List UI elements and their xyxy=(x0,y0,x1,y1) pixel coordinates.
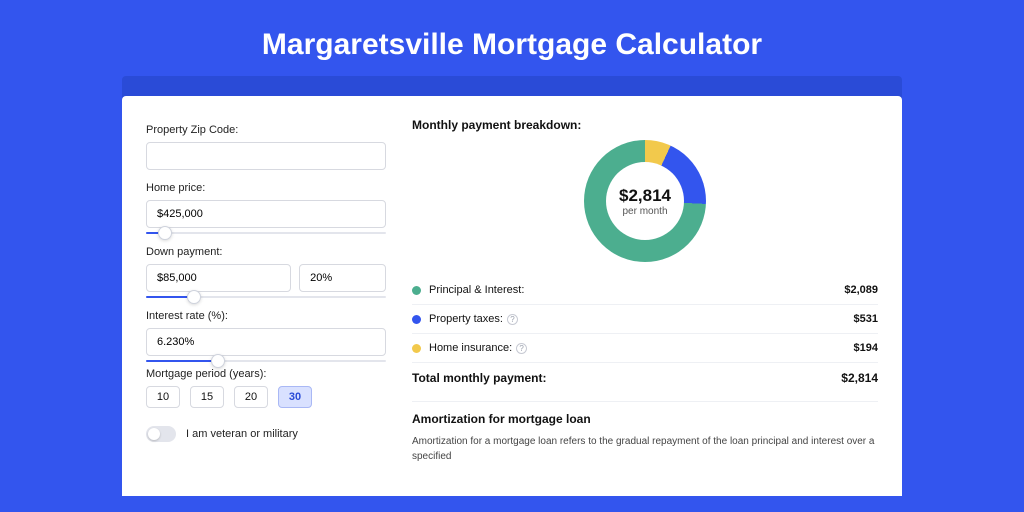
period-label: Mortgage period (years): xyxy=(146,368,386,380)
help-icon[interactable]: ? xyxy=(516,343,527,354)
total-row: Total monthly payment: $2,814 xyxy=(412,362,878,395)
legend-value: $2,089 xyxy=(844,284,878,296)
page-title: Margaretsville Mortgage Calculator xyxy=(0,0,1024,76)
breakdown-title: Monthly payment breakdown: xyxy=(412,118,878,132)
home-price-input[interactable] xyxy=(146,200,386,228)
legend-value: $194 xyxy=(854,342,878,354)
down-payment-pct-input[interactable] xyxy=(299,264,386,292)
calculator-card: Property Zip Code: Home price: Down paym… xyxy=(122,96,902,496)
interest-label: Interest rate (%): xyxy=(146,310,386,322)
legend-row-2: Home insurance:?$194 xyxy=(412,334,878,362)
help-icon[interactable]: ? xyxy=(507,314,518,325)
section-divider xyxy=(412,401,878,402)
period-option-15[interactable]: 15 xyxy=(190,386,224,408)
down-payment-label: Down payment: xyxy=(146,246,386,258)
donut-value: $2,814 xyxy=(619,186,671,206)
down-payment-amount-input[interactable] xyxy=(146,264,291,292)
period-option-30[interactable]: 30 xyxy=(278,386,312,408)
legend-value: $531 xyxy=(854,313,878,325)
form-column: Property Zip Code: Home price: Down paym… xyxy=(146,118,386,496)
zip-label: Property Zip Code: xyxy=(146,124,386,136)
legend-label: Principal & Interest: xyxy=(429,284,844,296)
legend-dot-icon xyxy=(412,344,421,353)
amortization-text: Amortization for a mortgage loan refers … xyxy=(412,434,878,464)
legend-dot-icon xyxy=(412,286,421,295)
interest-input[interactable] xyxy=(146,328,386,356)
zip-input[interactable] xyxy=(146,142,386,170)
legend-label: Home insurance:? xyxy=(429,342,854,354)
interest-slider-fill xyxy=(146,360,218,362)
legend: Principal & Interest:$2,089Property taxe… xyxy=(412,276,878,362)
down-payment-slider[interactable] xyxy=(146,296,386,298)
breakdown-column: Monthly payment breakdown: $2,814 per mo… xyxy=(412,118,878,496)
legend-row-1: Property taxes:?$531 xyxy=(412,305,878,334)
veteran-label: I am veteran or military xyxy=(186,428,298,440)
down-payment-slider-thumb[interactable] xyxy=(187,290,201,304)
donut-chart: $2,814 per month xyxy=(412,134,878,274)
total-label: Total monthly payment: xyxy=(412,371,841,385)
donut-subtext: per month xyxy=(622,206,667,217)
amortization-title: Amortization for mortgage loan xyxy=(412,412,878,426)
total-value: $2,814 xyxy=(841,371,878,385)
interest-slider[interactable] xyxy=(146,360,386,362)
legend-label: Property taxes:? xyxy=(429,313,854,325)
period-option-10[interactable]: 10 xyxy=(146,386,180,408)
veteran-toggle[interactable] xyxy=(146,426,176,442)
period-options: 10 15 20 30 xyxy=(146,386,386,408)
period-option-20[interactable]: 20 xyxy=(234,386,268,408)
legend-dot-icon xyxy=(412,315,421,324)
home-price-label: Home price: xyxy=(146,182,386,194)
stage-backdrop: Property Zip Code: Home price: Down paym… xyxy=(122,76,902,496)
home-price-slider[interactable] xyxy=(146,232,386,234)
interest-slider-thumb[interactable] xyxy=(211,354,225,368)
home-price-slider-thumb[interactable] xyxy=(158,226,172,240)
donut-center: $2,814 per month xyxy=(606,162,684,240)
legend-row-0: Principal & Interest:$2,089 xyxy=(412,276,878,305)
